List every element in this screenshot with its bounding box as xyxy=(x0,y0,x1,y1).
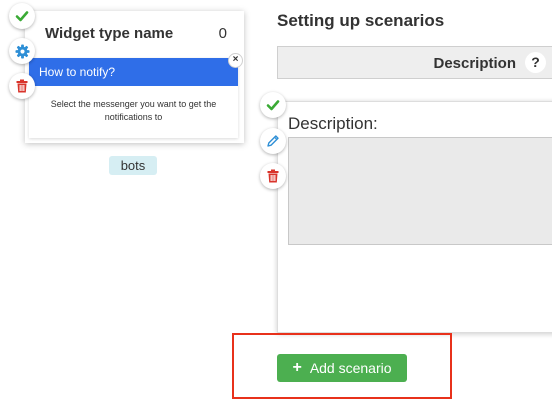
section-title: Setting up scenarios xyxy=(277,11,445,30)
gear-icon xyxy=(14,43,30,59)
check-icon xyxy=(15,11,29,22)
scenario-delete-button[interactable] xyxy=(260,163,286,189)
scenario-confirm-button[interactable] xyxy=(260,92,286,118)
notify-text: Select the messenger you want to get the… xyxy=(50,99,217,122)
widget-title: Widget type name xyxy=(45,25,174,42)
pencil-icon xyxy=(267,135,279,147)
trash-icon xyxy=(16,79,28,93)
help-icon[interactable]: ? xyxy=(525,52,546,73)
add-scenario-button[interactable]: + Add scenario xyxy=(277,354,407,382)
check-icon xyxy=(266,100,280,111)
widget-delete-button[interactable] xyxy=(9,73,35,99)
description-tab-bar[interactable]: Description ? xyxy=(277,46,552,79)
tag-badge[interactable]: bots xyxy=(109,156,157,175)
scenario-card: Description: xyxy=(277,101,552,333)
description-label: Description: xyxy=(288,114,378,133)
close-icon[interactable]: × xyxy=(228,53,243,68)
description-tab-label: Description xyxy=(433,55,516,72)
add-scenario-label: Add scenario xyxy=(309,360,392,376)
notify-header: How to notify? xyxy=(29,58,238,86)
plus-icon: + xyxy=(292,359,302,376)
trash-icon xyxy=(267,169,279,183)
widget-card: Widget type name 0 How to notify? Select… xyxy=(25,11,244,143)
widget-confirm-button[interactable] xyxy=(9,3,35,29)
widget-settings-button[interactable] xyxy=(9,38,35,64)
widget-count: 0 xyxy=(218,25,227,42)
page: Widget type name 0 How to notify? Select… xyxy=(0,0,552,407)
description-textarea[interactable] xyxy=(288,137,552,245)
notify-popup: How to notify? Select the messenger you … xyxy=(29,53,243,138)
scenario-edit-button[interactable] xyxy=(260,128,286,154)
